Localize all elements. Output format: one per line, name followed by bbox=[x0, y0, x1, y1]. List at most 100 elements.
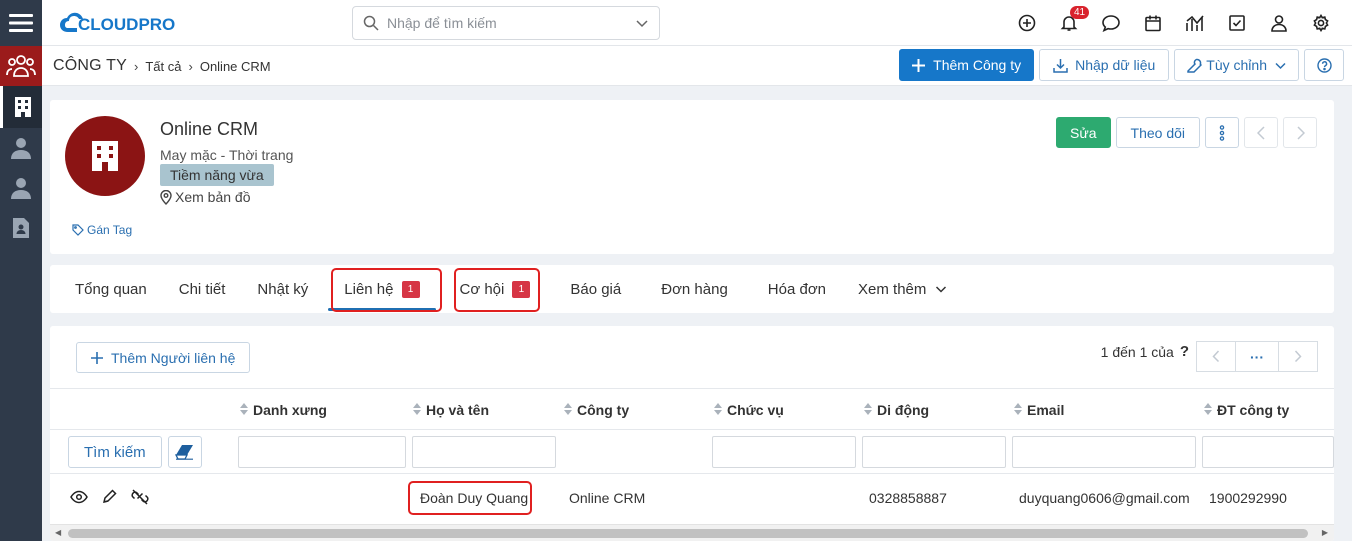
col-title[interactable]: Chức vụ bbox=[714, 389, 784, 431]
rail-user-icon[interactable] bbox=[0, 168, 42, 208]
clear-filter-button[interactable] bbox=[168, 436, 202, 468]
tab-details[interactable]: Chi tiết bbox=[163, 265, 242, 313]
scroll-left-arrow-icon[interactable]: ◀ bbox=[55, 528, 61, 537]
follow-button[interactable]: Theo dõi bbox=[1115, 117, 1200, 148]
top-bar: CLOUDPRO 41 bbox=[42, 0, 1352, 46]
rail-customers-icon[interactable] bbox=[0, 46, 42, 86]
tag-icon bbox=[72, 224, 84, 236]
filter-office-phone-input[interactable] bbox=[1202, 436, 1334, 468]
import-data-button[interactable]: Nhập dữ liệu bbox=[1039, 49, 1170, 81]
cloudpro-logo[interactable]: CLOUDPRO bbox=[58, 10, 178, 38]
chat-icon[interactable] bbox=[1090, 0, 1132, 46]
edit-pencil-icon[interactable] bbox=[102, 489, 117, 507]
cell-office-phone[interactable]: 1900292990 bbox=[1209, 474, 1287, 522]
settings-gear-icon[interactable] bbox=[1300, 0, 1342, 46]
filter-row: Tìm kiếm bbox=[50, 430, 1334, 474]
filter-mobile-input[interactable] bbox=[862, 436, 1006, 468]
tab-activity-log[interactable]: Nhật ký bbox=[241, 265, 324, 313]
plus-icon bbox=[91, 351, 103, 364]
horizontal-scrollbar[interactable]: ◀ ▶ bbox=[50, 524, 1334, 541]
assign-tag-link[interactable]: Gán Tag bbox=[72, 223, 132, 237]
cell-company[interactable]: Online CRM bbox=[569, 474, 645, 522]
scrollbar-thumb[interactable] bbox=[68, 529, 1308, 538]
tab-more[interactable]: Xem thêm bbox=[846, 265, 959, 313]
col-company[interactable]: Công ty bbox=[564, 389, 629, 431]
add-circle-icon[interactable] bbox=[1006, 0, 1048, 46]
help-circle-icon bbox=[1316, 57, 1332, 73]
search-icon bbox=[363, 15, 379, 31]
record-tabs: Tổng quan Chi tiết Nhật ký Liên hệ 1 Cơ … bbox=[50, 265, 1334, 313]
company-name: Online CRM bbox=[160, 119, 259, 139]
col-office-phone[interactable]: ĐT công ty bbox=[1204, 389, 1289, 431]
tab-invoices[interactable]: Hóa đơn bbox=[748, 265, 846, 313]
add-contact-button[interactable]: Thêm Người liên hệ bbox=[76, 342, 251, 373]
chevron-right-icon bbox=[1294, 350, 1302, 363]
rail-document-icon[interactable] bbox=[0, 208, 42, 248]
company-header-card: Online CRM May mặc - Thời trang Tiềm năn… bbox=[50, 100, 1334, 254]
breadcrumb-root[interactable]: CÔNG TY bbox=[53, 57, 127, 75]
next-record-button[interactable] bbox=[1283, 117, 1317, 148]
scroll-right-arrow-icon[interactable]: ▶ bbox=[1322, 528, 1328, 537]
view-map-link[interactable]: Xem bản đồ bbox=[160, 189, 251, 205]
cell-mobile[interactable]: 0328858887 bbox=[869, 474, 947, 522]
filter-search-button[interactable]: Tìm kiếm bbox=[68, 436, 162, 468]
download-icon bbox=[1053, 58, 1068, 73]
col-mobile[interactable]: Di động bbox=[864, 389, 929, 431]
more-options-button[interactable] bbox=[1205, 117, 1239, 148]
pagination-help[interactable]: ? bbox=[1180, 343, 1189, 360]
tab-overview[interactable]: Tổng quan bbox=[59, 265, 163, 313]
row-actions bbox=[70, 474, 149, 522]
rail-contacts-icon[interactable] bbox=[0, 128, 42, 168]
rail-company-icon[interactable] bbox=[0, 86, 42, 128]
customize-button[interactable]: Tùy chỉnh bbox=[1174, 49, 1299, 81]
search-input[interactable] bbox=[387, 15, 637, 31]
sort-icon bbox=[1204, 402, 1212, 418]
help-button[interactable] bbox=[1304, 49, 1344, 81]
table-header: Danh xưng Họ và tên Công ty Chức vụ Di đ… bbox=[50, 388, 1334, 430]
unlink-icon[interactable] bbox=[131, 488, 149, 508]
analytics-chart-icon[interactable] bbox=[1174, 0, 1216, 46]
col-full-name[interactable]: Họ và tên bbox=[413, 389, 489, 431]
wrench-icon bbox=[1187, 58, 1203, 73]
filter-email-input[interactable] bbox=[1012, 436, 1196, 468]
breadcrumb-current: Online CRM bbox=[199, 58, 271, 74]
chevron-right-icon: › bbox=[188, 58, 193, 74]
view-eye-icon[interactable] bbox=[70, 490, 88, 507]
sort-icon bbox=[564, 402, 572, 418]
filter-salutation-input[interactable] bbox=[238, 436, 406, 468]
page-more-button[interactable]: ··· bbox=[1236, 341, 1278, 372]
notification-count-badge: 41 bbox=[1070, 6, 1090, 19]
page-next-button[interactable] bbox=[1278, 341, 1318, 372]
sort-icon bbox=[1014, 402, 1022, 418]
user-profile-icon[interactable] bbox=[1258, 0, 1300, 46]
contacts-list-card: Thêm Người liên hệ 1 đến 1 của ? ··· Dan… bbox=[50, 326, 1334, 541]
filter-title-input[interactable] bbox=[712, 436, 856, 468]
global-search[interactable] bbox=[352, 6, 660, 40]
tab-opportunities-count: 1 bbox=[512, 280, 531, 298]
cell-email[interactable]: duyquang0606@gmail.com bbox=[1019, 474, 1190, 522]
sort-icon bbox=[413, 402, 421, 418]
building-icon bbox=[92, 141, 118, 171]
col-email[interactable]: Email bbox=[1014, 389, 1064, 431]
filter-full-name-input[interactable] bbox=[412, 436, 556, 468]
breadcrumb-all[interactable]: Tất cả bbox=[145, 59, 181, 74]
add-company-button[interactable]: Thêm Công ty bbox=[899, 49, 1035, 81]
notification-bell-icon[interactable]: 41 bbox=[1048, 0, 1090, 46]
tab-opportunities[interactable]: Cơ hội 1 bbox=[440, 265, 551, 313]
edit-button[interactable]: Sửa bbox=[1056, 117, 1111, 148]
tab-quotes[interactable]: Báo giá bbox=[550, 265, 641, 313]
cell-full-name[interactable]: Đoàn Duy Quang bbox=[420, 474, 528, 522]
company-avatar bbox=[65, 116, 145, 196]
logo-text: CLOUDPRO bbox=[78, 15, 175, 34]
sort-icon bbox=[714, 402, 722, 418]
previous-record-button[interactable] bbox=[1244, 117, 1278, 148]
page-prev-button[interactable] bbox=[1196, 341, 1236, 372]
chevron-down-icon[interactable] bbox=[635, 16, 649, 30]
breadcrumb-bar: CÔNG TY › Tất cả › Online CRM Thêm Công … bbox=[42, 46, 1352, 86]
col-salutation[interactable]: Danh xưng bbox=[240, 389, 327, 431]
hamburger-menu-icon[interactable] bbox=[0, 0, 42, 46]
tab-orders[interactable]: Đơn hàng bbox=[641, 265, 748, 313]
calendar-icon[interactable] bbox=[1132, 0, 1174, 46]
task-checkbox-icon[interactable] bbox=[1216, 0, 1258, 46]
tab-contacts[interactable]: Liên hệ 1 bbox=[324, 265, 439, 313]
